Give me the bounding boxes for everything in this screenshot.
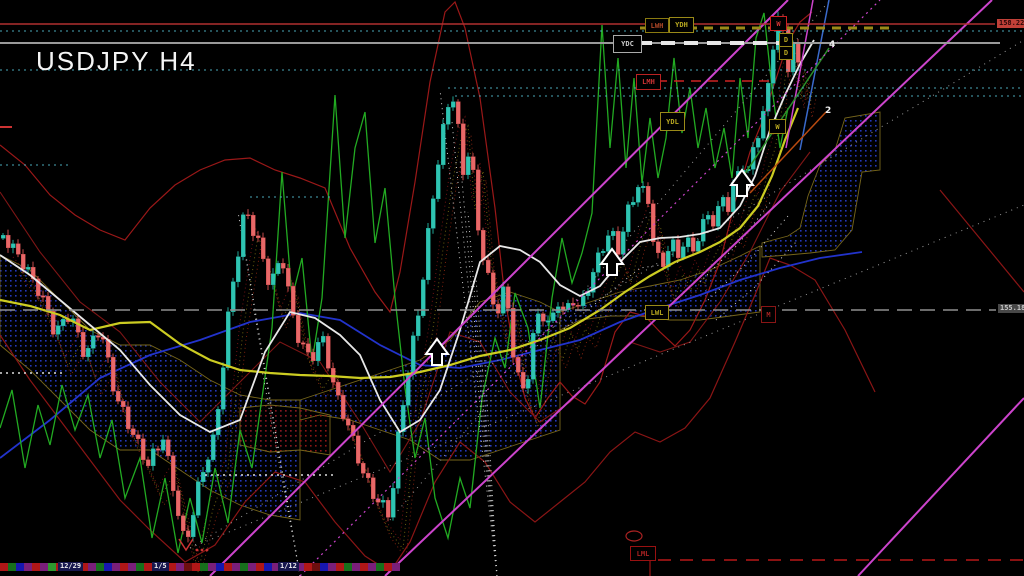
timeline-block bbox=[232, 563, 240, 571]
timeline-block bbox=[176, 563, 184, 571]
timeline-block bbox=[184, 563, 192, 571]
timeline-block bbox=[392, 563, 400, 571]
timeline-block bbox=[376, 563, 384, 571]
timeline-block bbox=[40, 563, 48, 571]
timeline-block bbox=[104, 563, 112, 571]
price-axis-tag: 158.221 bbox=[997, 19, 1024, 28]
timeline-block bbox=[120, 563, 128, 571]
level-box-ydh: YDH bbox=[669, 17, 694, 33]
timeline-block bbox=[264, 563, 272, 571]
timeline-block bbox=[144, 563, 152, 571]
timeline-block bbox=[352, 563, 360, 571]
level-box-d: D bbox=[779, 33, 793, 47]
timeline-date: 1/12 bbox=[278, 562, 299, 571]
chart-canvas[interactable] bbox=[0, 0, 1024, 576]
timeline-block bbox=[328, 563, 336, 571]
timeline-block bbox=[96, 563, 104, 571]
price-axis-tag: 155.184 bbox=[998, 304, 1024, 313]
level-box-lml: LML bbox=[630, 546, 656, 561]
level-box-m: M bbox=[761, 306, 776, 323]
timeline-block bbox=[248, 563, 256, 571]
level-box-w: W bbox=[769, 119, 786, 134]
timeline-block bbox=[360, 563, 368, 571]
timeline-block bbox=[256, 563, 264, 571]
timeline-block bbox=[168, 563, 176, 571]
timeline-block bbox=[16, 563, 24, 571]
level-box-d: D bbox=[779, 46, 793, 60]
timeline-block bbox=[0, 563, 8, 571]
timeline-block bbox=[320, 563, 328, 571]
count-annotation: 2 bbox=[825, 106, 832, 116]
level-box-lwh: LWH bbox=[645, 18, 669, 33]
symbol-title: USDJPY H4 bbox=[36, 46, 197, 76]
timeline-block bbox=[8, 563, 16, 571]
chart-window: USDJPY H4 158.221 155.184 LWHYDH YDC LMH YDL… bbox=[0, 0, 1024, 576]
timeline-block bbox=[48, 563, 56, 571]
timeline-block bbox=[24, 563, 32, 571]
timeline-date: 1/5 bbox=[152, 562, 169, 571]
timeline-block bbox=[192, 563, 200, 571]
timeline-date: 12/29 bbox=[58, 562, 84, 571]
timeline-block bbox=[128, 563, 136, 571]
timeline-block bbox=[304, 563, 312, 571]
level-box-ydl: YDL bbox=[660, 112, 685, 131]
timeline-block bbox=[224, 563, 232, 571]
level-box-lmh: LMH bbox=[636, 74, 661, 90]
timeline-block bbox=[312, 563, 320, 571]
timeline-block bbox=[240, 563, 248, 571]
timeline-block bbox=[88, 563, 96, 571]
timeline-block bbox=[216, 563, 224, 571]
level-box-w: W bbox=[770, 16, 787, 31]
timeline-block bbox=[384, 563, 392, 571]
timeline-block bbox=[136, 563, 144, 571]
level-box-ydc: YDC bbox=[613, 35, 642, 53]
timeline-block bbox=[112, 563, 120, 571]
timeline-block bbox=[336, 563, 344, 571]
timeline-block bbox=[368, 563, 376, 571]
timeline-block bbox=[208, 563, 216, 571]
level-box-lwl: LWL bbox=[645, 305, 669, 320]
timeline-block bbox=[32, 563, 40, 571]
timeline-block bbox=[200, 563, 208, 571]
background bbox=[0, 0, 1024, 576]
timeline-block bbox=[344, 563, 352, 571]
count-annotation: 4 bbox=[829, 40, 836, 50]
